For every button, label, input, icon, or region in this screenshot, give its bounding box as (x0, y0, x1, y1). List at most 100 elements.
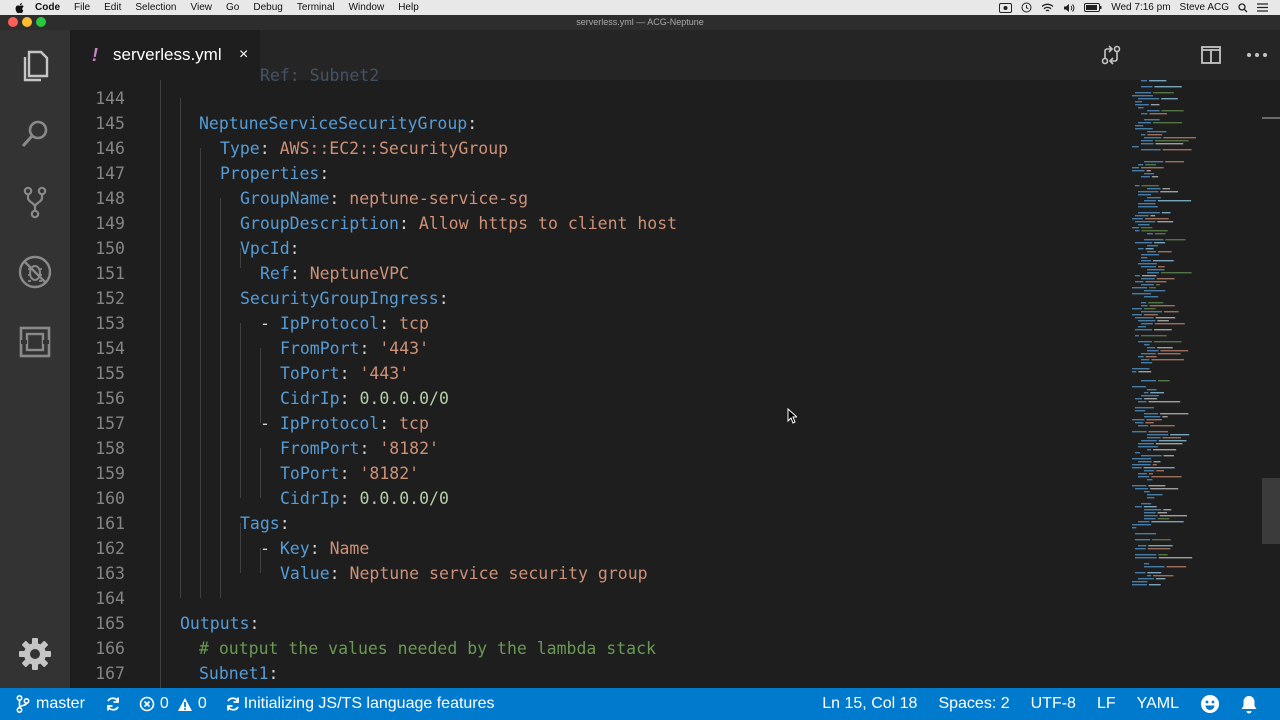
menu-app-code[interactable]: Code (35, 2, 60, 13)
code-line-145: 145 NeptuneServiceSecurityGroup: (70, 111, 1120, 136)
code-line-154: 154 FromPort: '443' (70, 336, 1120, 361)
yaml-key: Outputs (180, 614, 250, 633)
yaml-value: '8182' (359, 464, 420, 483)
encoding-status[interactable]: UTF-8 (1031, 695, 1076, 713)
yaml-value: '8182' (379, 439, 439, 458)
menubar-clock[interactable]: Wed 7:16 pm (1111, 2, 1170, 13)
notifications-button[interactable] (1240, 694, 1258, 714)
menubar-status-area: Wed 7:16 pm Steve ACG (999, 2, 1280, 13)
language-server-status[interactable]: Initializing JS/TS language features (225, 695, 495, 713)
split-editor-icon[interactable] (1200, 44, 1222, 66)
code-line-162: 162 - Key: Name (70, 536, 1120, 561)
cursor-position[interactable]: Ln 15, Col 18 (822, 695, 917, 713)
minimap[interactable] (1130, 80, 1230, 600)
yaml-key: Type (220, 139, 260, 158)
code-text: CidrIp: 0.0.0.0/0 (280, 489, 449, 508)
menu-selection[interactable]: Selection (135, 2, 176, 13)
yaml-value: tcp (399, 414, 429, 433)
code-line-166: 166 # output the values needed by the la… (70, 636, 1120, 661)
line-number: 167 (95, 664, 125, 683)
compare-changes-icon[interactable] (1100, 44, 1122, 66)
line-number: 157 (95, 414, 125, 433)
yaml-list-dash: - (260, 414, 280, 433)
line-number: 149 (95, 214, 125, 233)
tab-serverless-yml[interactable]: ! serverless.yml × (70, 30, 260, 80)
problems-status[interactable]: 0 0 (139, 695, 207, 713)
wifi-icon[interactable] (1041, 3, 1054, 13)
code-line-158: 158 FromPort: '8182' (70, 436, 1120, 461)
git-branch-status[interactable]: master (16, 695, 85, 713)
line-number: 148 (95, 189, 125, 208)
line-number: 158 (95, 439, 125, 458)
yaml-key: CidrIp (280, 489, 340, 508)
line-number: 153 (95, 314, 125, 333)
yaml-list-dash: - (260, 314, 280, 333)
menu-window[interactable]: Window (349, 2, 385, 13)
partial-code-line: Ref: Subnet2 (260, 66, 380, 85)
yaml-value: '443' (379, 339, 430, 358)
git-branch-name: master (36, 695, 85, 712)
sync-button[interactable] (105, 696, 121, 712)
source-control-icon[interactable] (17, 184, 53, 220)
yaml-value: '443' (359, 364, 410, 383)
yaml-value: Name (329, 539, 370, 558)
yaml-colon: : (339, 364, 350, 383)
code-line-144: 144 (70, 86, 1120, 111)
yaml-key: FromPort (280, 439, 360, 458)
yaml-key: IpProtocol (279, 414, 380, 433)
code-line-163: 163 Value: Neptune service security grou… (70, 561, 1120, 586)
yaml-key: IpProtocol (279, 314, 380, 333)
extensions-icon[interactable] (17, 324, 53, 360)
line-number: 145 (95, 114, 125, 133)
apple-icon[interactable] (13, 2, 27, 14)
code-editor[interactable]: Ref: Subnet2 144 145 NeptuneServiceSecur… (70, 66, 1280, 688)
yaml-colon: : (438, 289, 449, 308)
code-text: Type: AWS::EC2::SecurityGroup (220, 139, 508, 158)
yaml-colon: : (289, 239, 300, 258)
code-line-156: 156 CidrIp: 0.0.0.0/0 (70, 386, 1120, 411)
notification-center-icon[interactable] (1257, 3, 1268, 12)
code-line-159: 159 ToPort: '8182' (70, 461, 1120, 486)
feedback-button[interactable] (1200, 694, 1220, 714)
yaml-colon: : (249, 614, 260, 633)
screen-record-icon[interactable] (999, 2, 1013, 13)
menu-edit[interactable]: Edit (104, 2, 121, 13)
code-text: Value: Neptune service security group (280, 564, 648, 583)
more-actions-icon[interactable] (1246, 44, 1268, 66)
code-line-147: 147 Properties: (70, 161, 1120, 186)
yaml-colon: : (339, 389, 350, 408)
yaml-colon: : (329, 189, 340, 208)
menu-help[interactable]: Help (398, 2, 419, 13)
menu-view[interactable]: View (191, 2, 213, 13)
debug-icon[interactable] (17, 254, 53, 290)
eol-status[interactable]: LF (1097, 695, 1116, 713)
volume-icon[interactable] (1063, 3, 1075, 13)
line-number: 159 (95, 464, 125, 483)
time-machine-icon[interactable] (1021, 2, 1032, 13)
settings-gear-icon[interactable] (17, 636, 53, 672)
yaml-value: 0.0.0.0/0 (359, 389, 449, 408)
spotlight-search-icon[interactable] (1238, 2, 1248, 13)
yaml-colon: : (259, 139, 270, 158)
search-icon[interactable] (17, 116, 53, 152)
yaml-colon: : (309, 539, 320, 558)
menu-debug[interactable]: Debug (253, 2, 282, 13)
code-text: SecurityGroupIngress: (240, 289, 449, 308)
indentation-status[interactable]: Spaces: 2 (938, 695, 1009, 713)
menu-file[interactable]: File (74, 2, 90, 13)
yaml-key: Subnet1 (199, 664, 269, 683)
battery-icon[interactable] (1084, 3, 1102, 12)
menu-terminal[interactable]: Terminal (297, 2, 335, 13)
code-line-161: 161 Tags: (70, 511, 1120, 536)
vertical-scrollbar-thumb[interactable] (1262, 478, 1280, 544)
menu-go[interactable]: Go (226, 2, 239, 13)
code-line-164: 164 (70, 586, 1120, 611)
tab-close-button[interactable]: × (236, 46, 252, 64)
code-line-155: 155 ToPort: '443' (70, 361, 1120, 386)
explorer-icon[interactable] (17, 46, 53, 82)
line-number: 150 (95, 239, 125, 258)
line-number: 155 (95, 364, 125, 383)
yaml-value: tcp (399, 314, 429, 333)
language-mode[interactable]: YAML (1137, 695, 1179, 713)
menubar-user[interactable]: Steve ACG (1180, 2, 1229, 13)
